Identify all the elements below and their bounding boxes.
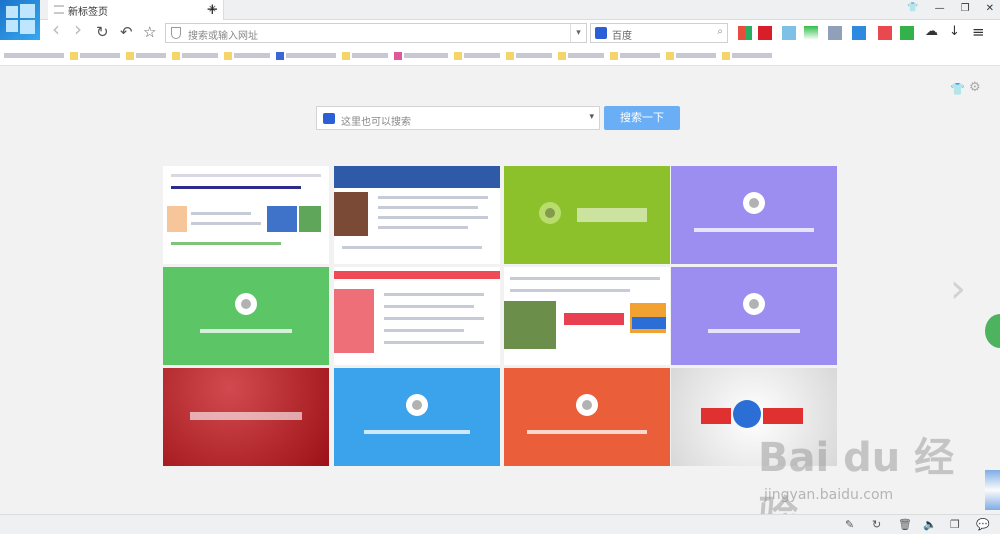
extension-icon[interactable] <box>878 26 892 40</box>
search-button[interactable]: 搜索一下 <box>604 106 680 130</box>
menu-icon[interactable]: ≡ <box>972 24 985 40</box>
bookmark-item[interactable] <box>394 51 448 60</box>
trash-icon[interactable]: 🗑 <box>898 518 912 531</box>
extension-icon[interactable] <box>758 26 772 40</box>
bookmarks-bar <box>0 46 1000 66</box>
speed-dial-tile[interactable] <box>334 166 500 264</box>
extension-icon[interactable] <box>852 26 866 40</box>
bookmark-item[interactable] <box>558 51 604 60</box>
extension-icon[interactable] <box>828 26 842 40</box>
restore-button[interactable]: ❐ <box>961 3 970 14</box>
search-icon[interactable]: ⌕ <box>717 26 723 37</box>
address-bar[interactable]: 搜索或输入网址 ▾ <box>165 23 587 43</box>
chevron-down-icon[interactable]: ▾ <box>570 24 586 42</box>
extension-icon[interactable] <box>900 26 914 40</box>
speed-dial-tile[interactable] <box>504 166 670 264</box>
reload-button[interactable]: ↻ <box>96 24 109 40</box>
browser-logo <box>0 0 40 40</box>
speed-dial-tile[interactable] <box>163 267 329 365</box>
extension-icon[interactable] <box>804 26 818 40</box>
bookmark-item[interactable] <box>4 53 64 58</box>
baidu-paw-icon <box>595 27 607 39</box>
speed-dial-tile[interactable] <box>163 368 329 466</box>
watermark: Bai du 经验 jingyan.baidu.com <box>758 425 958 534</box>
title-bar: 新标签页 × + 👕 — ❐ ✕ <box>0 0 1000 40</box>
newtab-search-box[interactable]: 这里也可以搜索 ▾ <box>316 106 600 130</box>
page-icon <box>54 5 64 14</box>
search-engine-name: 百度 <box>612 31 632 42</box>
speed-dial-grid <box>163 166 839 466</box>
search-input[interactable]: 这里也可以搜索 <box>341 113 411 128</box>
status-bar: ✎ ↻ 🗑 🔈 ❐ 💬 <box>0 514 1000 534</box>
globe-icon <box>235 293 257 315</box>
navigation-toolbar: ‹ › ↻ ↶ ☆ 搜索或输入网址 ▾ 百度 ⌕ ☁ ↓ ≡ <box>0 19 1000 46</box>
bookmark-item[interactable] <box>126 51 166 60</box>
globe-icon <box>576 394 598 416</box>
favorite-star-button[interactable]: ☆ <box>143 24 156 40</box>
baidu-paw-icon <box>323 113 335 124</box>
address-placeholder: 搜索或输入网址 <box>188 31 258 42</box>
bookmark-item[interactable] <box>722 51 772 60</box>
watermark-url: jingyan.baidu.com <box>764 487 894 503</box>
window-controls: 👕 — ❐ ✕ <box>907 3 994 14</box>
bookmark-item[interactable] <box>610 51 660 60</box>
volume-icon[interactable]: 🔈 <box>923 518 937 531</box>
gear-icon[interactable]: ⚙ <box>969 80 981 95</box>
extension-icon[interactable] <box>782 26 796 40</box>
minimize-button[interactable]: — <box>935 3 945 14</box>
speed-dial-tile[interactable] <box>671 166 837 264</box>
bookmark-item[interactable] <box>224 51 270 60</box>
bookmark-item[interactable] <box>172 51 218 60</box>
speed-dial-tile[interactable] <box>504 368 670 466</box>
pin-icon[interactable]: ✎ <box>845 518 854 531</box>
speed-dial-tile[interactable] <box>504 267 670 365</box>
shield-icon <box>171 27 181 39</box>
bookmark-item[interactable] <box>506 51 552 60</box>
speed-dial-tile[interactable] <box>334 267 500 365</box>
side-widget[interactable] <box>985 470 1000 510</box>
download-icon[interactable]: ↓ <box>949 24 960 40</box>
close-button[interactable]: ✕ <box>986 3 994 14</box>
floating-assistant-icon[interactable] <box>985 314 1000 348</box>
globe-icon <box>743 192 765 214</box>
globe-icon <box>406 394 428 416</box>
new-tab-button[interactable]: + <box>206 0 219 18</box>
next-page-arrow[interactable]: › <box>950 262 966 316</box>
speed-dial-tile[interactable] <box>671 267 837 365</box>
bookmark-item[interactable] <box>276 51 336 60</box>
globe-icon <box>743 293 765 315</box>
bookmark-item[interactable] <box>342 51 388 60</box>
bookmark-item[interactable] <box>454 51 500 60</box>
undo-close-button[interactable]: ↶ <box>120 24 133 40</box>
forward-button[interactable]: › <box>74 19 82 39</box>
refresh-icon[interactable]: ↻ <box>872 518 881 531</box>
speed-dial-tile[interactable] <box>334 368 500 466</box>
extension-icon[interactable] <box>738 26 752 40</box>
cloud-icon[interactable]: ☁ <box>925 24 938 40</box>
tab-title: 新标签页 <box>68 7 108 18</box>
toolbar-search-box[interactable]: 百度 ⌕ <box>590 23 728 43</box>
speed-dial-tile[interactable] <box>163 166 329 264</box>
window-icon[interactable]: ❐ <box>950 518 960 531</box>
bookmark-item[interactable] <box>70 51 120 60</box>
chevron-down-icon[interactable]: ▾ <box>589 112 594 122</box>
chat-icon[interactable]: 💬 <box>976 518 990 531</box>
skin-icon[interactable]: 👕 <box>950 82 965 96</box>
bookmark-item[interactable] <box>666 51 716 60</box>
back-button[interactable]: ‹ <box>52 19 60 39</box>
skin-icon[interactable]: 👕 <box>907 3 918 14</box>
